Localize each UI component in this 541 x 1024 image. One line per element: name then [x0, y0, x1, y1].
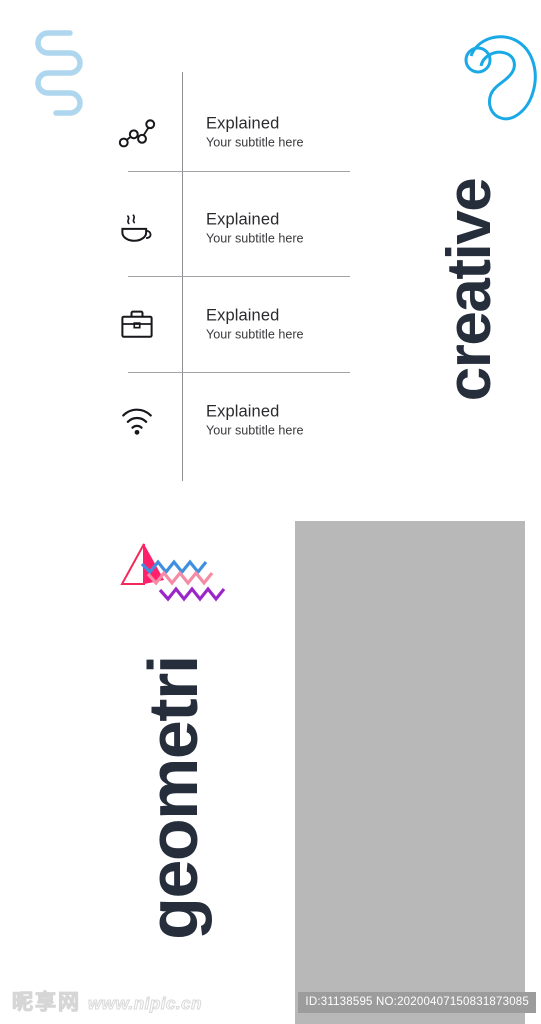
feature-subtitle: Your subtitle here — [206, 135, 304, 150]
feature-list: Explained Your subtitle here Explained Y… — [100, 72, 350, 482]
feature-title: Explained — [206, 210, 280, 229]
vertical-word-geometri-label: geometri — [134, 656, 212, 940]
briefcase-icon — [114, 301, 160, 347]
feature-subtitle: Your subtitle here — [206, 327, 304, 342]
feature-text: Explained Your subtitle here — [206, 210, 356, 247]
vertical-word-creative: creative — [430, 140, 510, 440]
feature-text: Explained Your subtitle here — [206, 114, 356, 151]
feature-title: Explained — [206, 402, 280, 421]
watermark-logo: 昵享网 www.nipic.cn — [12, 990, 203, 1015]
serpentine-squiggle-icon — [26, 28, 86, 120]
vertical-word-creative-label: creative — [435, 178, 504, 402]
triangle-zigzag-icon — [112, 536, 237, 608]
feature-text: Explained Your subtitle here — [206, 402, 356, 439]
poster-canvas: Explained Your subtitle here Explained Y… — [0, 0, 541, 1024]
coffee-cup-icon — [114, 205, 160, 251]
feature-text: Explained Your subtitle here — [206, 306, 356, 343]
feature-row[interactable]: Explained Your subtitle here — [100, 180, 350, 276]
feature-title: Explained — [206, 306, 280, 325]
watermark-site-name: 昵享网 — [12, 990, 81, 1015]
feature-row[interactable]: Explained Your subtitle here — [100, 84, 350, 180]
watermark-site-url: www.nipic.cn — [88, 994, 203, 1014]
feature-row[interactable]: Explained Your subtitle here — [100, 276, 350, 372]
watermark-bar: 昵享网 www.nipic.cn ID:31138595 NO:20200407… — [0, 976, 541, 1024]
watermark-id-badge: ID:31138595 NO:20200407150831873085 — [298, 992, 536, 1013]
feature-title: Explained — [206, 114, 280, 133]
feature-row[interactable]: Explained Your subtitle here — [100, 372, 350, 468]
wifi-icon — [114, 397, 160, 443]
network-graph-icon — [114, 109, 160, 155]
comma-hook-icon — [461, 30, 541, 128]
image-placeholder — [295, 521, 525, 1024]
feature-subtitle: Your subtitle here — [206, 231, 304, 246]
feature-subtitle: Your subtitle here — [206, 423, 304, 438]
vertical-word-geometri: geometri — [128, 638, 218, 958]
